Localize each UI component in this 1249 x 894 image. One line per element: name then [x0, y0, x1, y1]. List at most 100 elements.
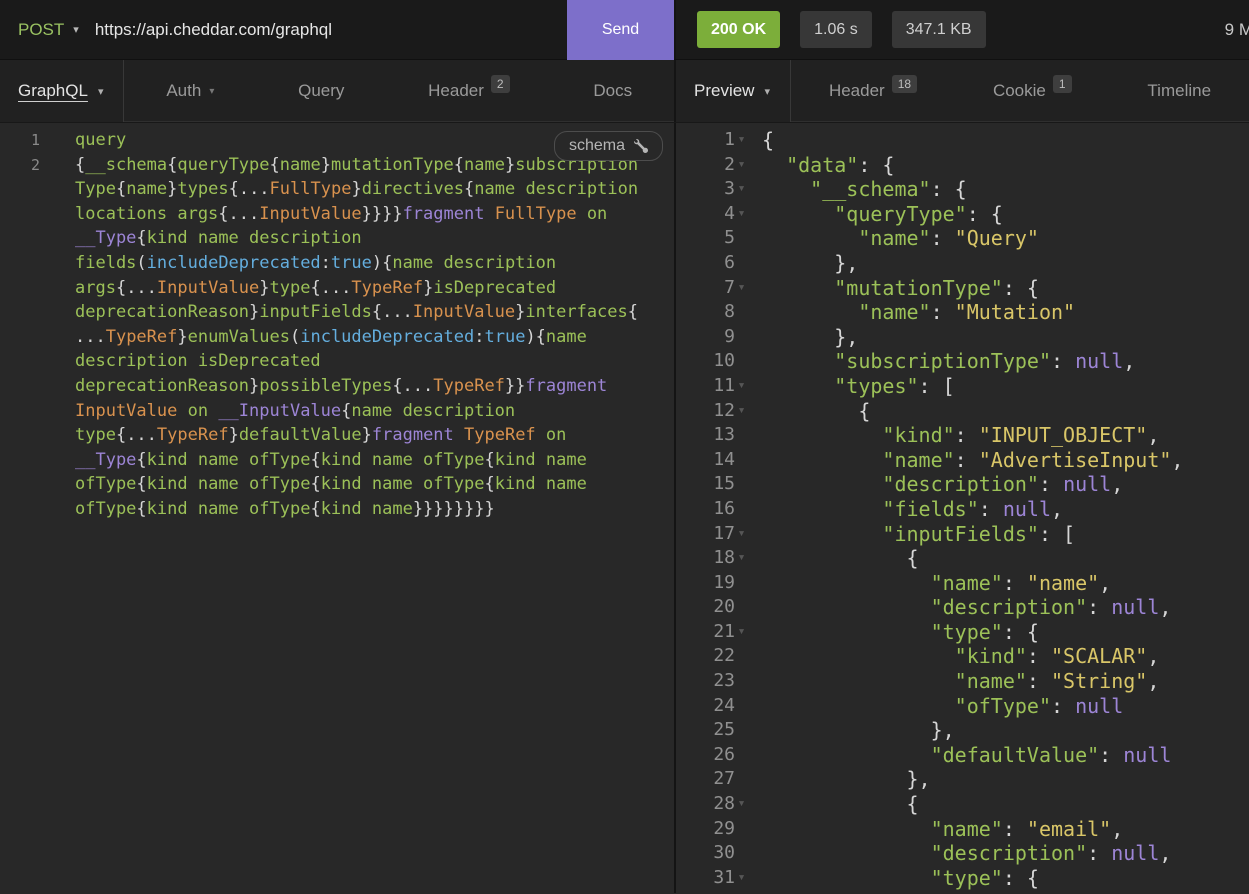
- code-text: __Type{kind name ofType{kind name ofType…: [40, 448, 587, 473]
- tab-response-header[interactable]: Header 18: [823, 60, 923, 122]
- fold-toggle-icon[interactable]: ▾: [735, 866, 748, 891]
- code-line: ofType{kind name ofType{kind name}}}}}}}…: [0, 497, 674, 522]
- line-number: 26: [676, 743, 735, 768]
- fold-spacer: [735, 669, 748, 694]
- code-text: "name": "name",: [748, 571, 1111, 596]
- code-text: "ofType": null: [748, 694, 1123, 719]
- method-dropdown[interactable]: POST ▾: [18, 20, 79, 40]
- tab-auth[interactable]: Auth ▾: [160, 60, 220, 122]
- line-number: [0, 300, 40, 325]
- code-line: 8 "name": "Mutation": [676, 300, 1249, 325]
- code-line: 2▾ "data": {: [676, 153, 1249, 178]
- code-text: },: [748, 718, 955, 743]
- tab-preview[interactable]: Preview ▾: [676, 60, 790, 122]
- code-text: ...TypeRef}enumValues(includeDeprecated:…: [40, 325, 587, 350]
- response-preview-pane[interactable]: 1▾{2▾ "data": {3▾ "__schema": {4▾ "query…: [676, 123, 1249, 893]
- code-text: "name": "AdvertiseInput",: [748, 448, 1183, 473]
- line-number: 12: [676, 399, 735, 424]
- code-text: "inputFields": [: [748, 522, 1075, 547]
- header-count-badge: 18: [892, 75, 917, 93]
- tab-docs[interactable]: Docs: [587, 60, 638, 122]
- fold-spacer: [735, 817, 748, 842]
- top-bar: POST ▾ https://api.cheddar.com/graphql S…: [0, 0, 1249, 60]
- code-text: Type{name}types{...FullType}directives{n…: [40, 177, 638, 202]
- send-button[interactable]: Send: [567, 0, 674, 60]
- line-number: 31: [676, 866, 735, 891]
- line-number: 5: [676, 226, 735, 251]
- code-line: 21▾ "type": {: [676, 620, 1249, 645]
- line-number: 3: [676, 177, 735, 202]
- code-text: {: [748, 792, 919, 817]
- code-line: 11▾ "types": [: [676, 374, 1249, 399]
- code-line: 9 },: [676, 325, 1249, 350]
- graphql-query-editor[interactable]: 1query2{__schema{queryType{name}mutation…: [0, 123, 676, 893]
- tab-graphql[interactable]: GraphQL ▾: [0, 60, 123, 122]
- fold-toggle-icon[interactable]: ▾: [735, 374, 748, 399]
- code-line: 28▾ {: [676, 792, 1249, 817]
- chevron-down-icon: ▾: [764, 85, 770, 98]
- fold-spacer: [735, 325, 748, 350]
- fold-toggle-icon[interactable]: ▾: [735, 177, 748, 202]
- tab-cookie[interactable]: Cookie 1: [987, 60, 1078, 122]
- tab-query[interactable]: Query: [292, 60, 350, 122]
- content-area: 1query2{__schema{queryType{name}mutation…: [0, 123, 1249, 893]
- tab-header[interactable]: Header 2: [422, 60, 515, 122]
- code-text: "name": "email",: [748, 817, 1123, 842]
- fold-toggle-icon[interactable]: ▾: [735, 399, 748, 424]
- code-text: "types": [: [748, 374, 955, 399]
- request-tab-bar: GraphQL ▾ Auth ▾ Query Header 2 Docs: [0, 60, 676, 122]
- code-line: 6 },: [676, 251, 1249, 276]
- code-line: 10 "subscriptionType": null,: [676, 349, 1249, 374]
- code-text: "data": {: [748, 153, 894, 178]
- code-text: "subscriptionType": null,: [748, 349, 1135, 374]
- request-tabset: Auth ▾ Query Header 2 Docs: [123, 60, 674, 122]
- line-number: 28: [676, 792, 735, 817]
- response-meta-bar: 200 OK 1.06 s 347.1 KB 9 M: [676, 0, 1249, 59]
- code-line: ofType{kind name ofType{kind name ofType…: [0, 472, 674, 497]
- line-number: [0, 349, 40, 374]
- fold-toggle-icon[interactable]: ▾: [735, 276, 748, 301]
- code-line: InputValue on __InputValue{name descript…: [0, 399, 674, 424]
- code-line: deprecationReason}possibleTypes{...TypeR…: [0, 374, 674, 399]
- code-line: 18▾ {: [676, 546, 1249, 571]
- code-line: args{...InputValue}type{...TypeRef}isDep…: [0, 276, 674, 301]
- cookie-count-badge: 1: [1053, 75, 1072, 93]
- code-text: args{...InputValue}type{...TypeRef}isDep…: [40, 276, 556, 301]
- code-line: 5 "name": "Query": [676, 226, 1249, 251]
- code-text: "kind": "INPUT_OBJECT",: [748, 423, 1159, 448]
- fold-toggle-icon[interactable]: ▾: [735, 620, 748, 645]
- fold-toggle-icon[interactable]: ▾: [735, 522, 748, 547]
- code-line: 13 "kind": "INPUT_OBJECT",: [676, 423, 1249, 448]
- line-number: 21: [676, 620, 735, 645]
- code-text: fields(includeDeprecated:true){name desc…: [40, 251, 556, 276]
- code-text: ofType{kind name ofType{kind name}}}}}}}…: [40, 497, 495, 522]
- fold-spacer: [735, 743, 748, 768]
- code-line: 26 "defaultValue": null: [676, 743, 1249, 768]
- code-text: InputValue on __InputValue{name descript…: [40, 399, 515, 424]
- code-line: 29 "name": "email",: [676, 817, 1249, 842]
- code-text: "name": "String",: [748, 669, 1159, 694]
- code-line: 20 "description": null,: [676, 595, 1249, 620]
- code-text: {: [748, 128, 774, 153]
- tab-timeline[interactable]: Timeline: [1141, 60, 1217, 122]
- status-badge: 200 OK: [697, 11, 780, 48]
- line-number: 7: [676, 276, 735, 301]
- line-number: 4: [676, 202, 735, 227]
- url-input[interactable]: https://api.cheddar.com/graphql: [95, 20, 332, 40]
- code-text: "__schema": {: [748, 177, 967, 202]
- fold-toggle-icon[interactable]: ▾: [735, 792, 748, 817]
- fold-toggle-icon[interactable]: ▾: [735, 202, 748, 227]
- fold-toggle-icon[interactable]: ▾: [735, 128, 748, 153]
- header-count-badge: 2: [491, 75, 510, 93]
- fold-toggle-icon[interactable]: ▾: [735, 153, 748, 178]
- code-text: type{...TypeRef}defaultValue}fragment Ty…: [40, 423, 566, 448]
- code-text: "fields": null,: [748, 497, 1063, 522]
- code-line: 1▾{: [676, 128, 1249, 153]
- size-badge: 347.1 KB: [892, 11, 986, 48]
- fold-spacer: [735, 349, 748, 374]
- code-text: "kind": "SCALAR",: [748, 644, 1159, 669]
- fold-spacer: [735, 226, 748, 251]
- fold-toggle-icon[interactable]: ▾: [735, 546, 748, 571]
- schema-button[interactable]: schema: [554, 131, 663, 161]
- code-text: description isDeprecated: [40, 349, 321, 374]
